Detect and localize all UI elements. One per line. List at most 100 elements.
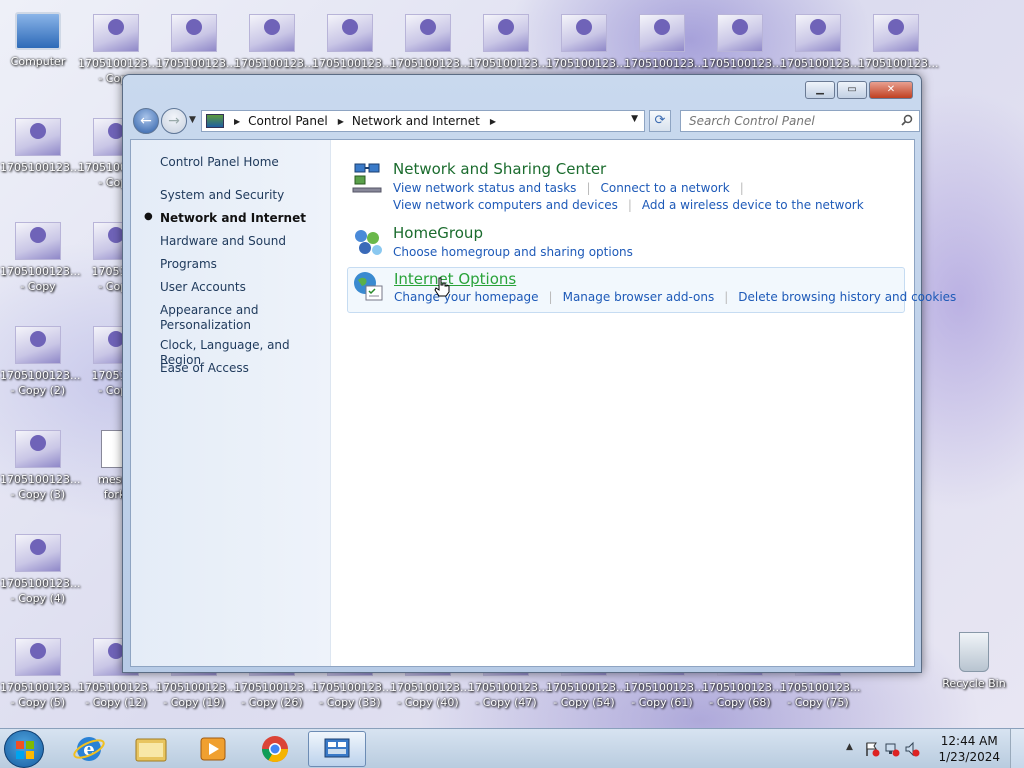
sidebar-item-network-and-internet[interactable]: Network and Internet [160, 211, 306, 226]
connect-to-network-link[interactable]: Connect to a network [600, 181, 729, 195]
control-panel-icon [206, 114, 224, 128]
sidebar-item-system-and-security[interactable]: System and Security [160, 188, 284, 203]
windows-logo-icon [16, 741, 34, 759]
sidebar-item-appearance[interactable]: Appearance and [160, 303, 258, 318]
desktop-icon-image[interactable]: 1705100123... - Copy [0, 222, 81, 294]
maximize-button[interactable]: ▭ [837, 81, 867, 99]
manage-browser-addons-link[interactable]: Manage browser add-ons [563, 290, 715, 304]
sidebar-item-user-accounts[interactable]: User Accounts [160, 280, 246, 295]
network-sharing-center-title[interactable]: Network and Sharing Center [393, 160, 606, 178]
desktop-icon-label: 1705100123... [390, 681, 471, 694]
chevron-right-icon[interactable]: ▶ [234, 117, 240, 126]
desktop-icon-label: 1705100123... [156, 681, 237, 694]
desktop-icon-image[interactable]: 1705100123... [702, 14, 782, 71]
recent-pages-dropdown[interactable]: ▼ [189, 115, 196, 125]
desktop-icon-image[interactable]: 1705100123... - Copy (4) [0, 534, 80, 606]
desktop-icon-computer[interactable]: Computer [0, 12, 76, 69]
desktop-icon-image[interactable]: 1705100123... [0, 118, 80, 175]
delete-browsing-history-link[interactable]: Delete browsing history and cookies [738, 290, 956, 304]
refresh-button[interactable]: ⟳ [649, 110, 671, 132]
image-file-icon [15, 326, 61, 364]
address-dropdown-icon[interactable]: ▼ [631, 114, 638, 124]
breadcrumb-control-panel[interactable]: Control Panel [248, 114, 328, 128]
desktop-icon-image[interactable]: 1705100123... [312, 14, 393, 71]
sidebar: Control Panel Home System and Security ●… [131, 140, 331, 666]
add-wireless-device-link[interactable]: Add a wireless device to the network [642, 198, 864, 212]
desktop-icon-image[interactable]: 1705100123... [780, 14, 861, 71]
desktop-icon-image[interactable]: 1705100123... [858, 14, 938, 71]
hand-cursor-icon [434, 277, 450, 297]
internet-options-icon [354, 272, 383, 301]
desktop-icon-label: 1705100123... [468, 681, 549, 694]
clock-time: 12:44 AM [940, 734, 998, 748]
show-desktop-button[interactable] [1010, 729, 1024, 768]
chevron-right-icon[interactable]: ▶ [338, 117, 344, 126]
choose-homegroup-options-link[interactable]: Choose homegroup and sharing options [393, 245, 633, 259]
search-icon[interactable] [901, 114, 913, 126]
desktop-icon-label-2: - Copy (2) [10, 384, 66, 397]
network-icon[interactable] [884, 741, 900, 757]
clock[interactable]: 12:44 AM 1/23/2024 [938, 733, 1000, 765]
close-button[interactable]: ✕ [869, 81, 913, 99]
view-network-computers-link[interactable]: View network computers and devices [393, 198, 618, 212]
desktop-icon-label-2: - Copy (5) [10, 696, 66, 709]
view-network-status-link[interactable]: View network status and tasks [393, 181, 576, 195]
back-button[interactable]: ← [133, 108, 159, 134]
change-homepage-link[interactable]: Change your homepage [394, 290, 539, 304]
action-center-flag-icon[interactable] [864, 741, 880, 757]
sidebar-item-ease-of-access[interactable]: Ease of Access [160, 361, 249, 376]
show-hidden-icons-button[interactable]: ▲ [846, 742, 853, 752]
desktop-icon-label-2: - Copy (47) [475, 696, 537, 709]
desktop-icon-label-2: - Copy (4) [10, 592, 66, 605]
image-file-icon [405, 14, 451, 52]
network-sharing-icon [352, 163, 382, 193]
forward-button[interactable]: → [161, 108, 187, 134]
network-sharing-links-row2: View network computers and devices | Add… [393, 198, 864, 212]
search-input[interactable] [680, 110, 920, 132]
desktop-icon-label-2: - Copy (40) [397, 696, 459, 709]
desktop-icon-label: 1705100123... [702, 681, 783, 694]
desktop-icon-label: 1705100123... [78, 681, 159, 694]
minimize-button[interactable]: ▁ [805, 81, 835, 99]
category-network-sharing-center: Network and Sharing Center View network … [347, 160, 905, 212]
volume-icon[interactable] [904, 741, 920, 757]
desktop-icon-image[interactable]: 1705100123... [546, 14, 626, 71]
desktop-icon-image[interactable]: 1705100123... - Copy (2) [0, 326, 80, 398]
desktop-icon-image[interactable]: 1705100123... [390, 14, 470, 71]
desktop-icon-image[interactable]: 1705100123... [624, 14, 705, 71]
desktop-icon-label: 1705100123... [468, 57, 549, 70]
desktop-icon-label-2: - Copy (19) [163, 696, 225, 709]
desktop-icon-image[interactable]: 1705100123... [156, 14, 236, 71]
sidebar-item-programs[interactable]: Programs [160, 257, 217, 272]
desktop-icon-recycle-bin[interactable]: Recycle Bin [936, 632, 1012, 691]
start-button[interactable] [4, 730, 44, 768]
taskbar-internet-explorer[interactable]: e [62, 731, 116, 767]
desktop-icon-label: 1705100123... [312, 57, 393, 70]
breadcrumb-network-and-internet[interactable]: Network and Internet [352, 114, 480, 128]
sidebar-item-control-panel-home[interactable]: Control Panel Home [160, 155, 279, 170]
desktop-icon-label: Computer [10, 55, 66, 68]
taskbar-chrome[interactable] [248, 731, 302, 767]
desktop-icon-image[interactable]: 1705100123... - Copy (3) [0, 430, 80, 502]
control-panel-icon [324, 738, 350, 758]
image-file-icon [795, 14, 841, 52]
taskbar-media-player[interactable] [186, 731, 240, 767]
desktop-icon-label-2: - Copy (61) [631, 696, 693, 709]
desktop-icon-image[interactable]: 1705100123... [234, 14, 314, 71]
taskbar-control-panel[interactable] [308, 731, 366, 767]
sidebar-item-hardware-and-sound[interactable]: Hardware and Sound [160, 234, 286, 249]
chrome-icon [261, 736, 289, 763]
desktop-icon-label-2: - Copy (12) [85, 696, 147, 709]
desktop-icon-label: 1705100123... [0, 265, 81, 278]
internet-options-title[interactable]: Internet Options [394, 270, 516, 288]
desktop-icon-image[interactable]: 1705100123... - Copy (5) [0, 638, 80, 710]
desktop-icon-label: 1705100123... [624, 57, 705, 70]
homegroup-links: Choose homegroup and sharing options [393, 245, 633, 259]
desktop-icon-image[interactable]: 1705100123... [468, 14, 549, 71]
chevron-right-icon[interactable]: ▶ [490, 117, 496, 126]
homegroup-title[interactable]: HomeGroup [393, 224, 483, 242]
desktop-icon-label: 1705100123... [780, 57, 861, 70]
taskbar-file-explorer[interactable] [124, 731, 178, 767]
address-bar[interactable]: ▶ Control Panel ▶ Network and Internet ▶… [201, 110, 645, 132]
sidebar-item-personalization[interactable]: Personalization [160, 318, 251, 333]
